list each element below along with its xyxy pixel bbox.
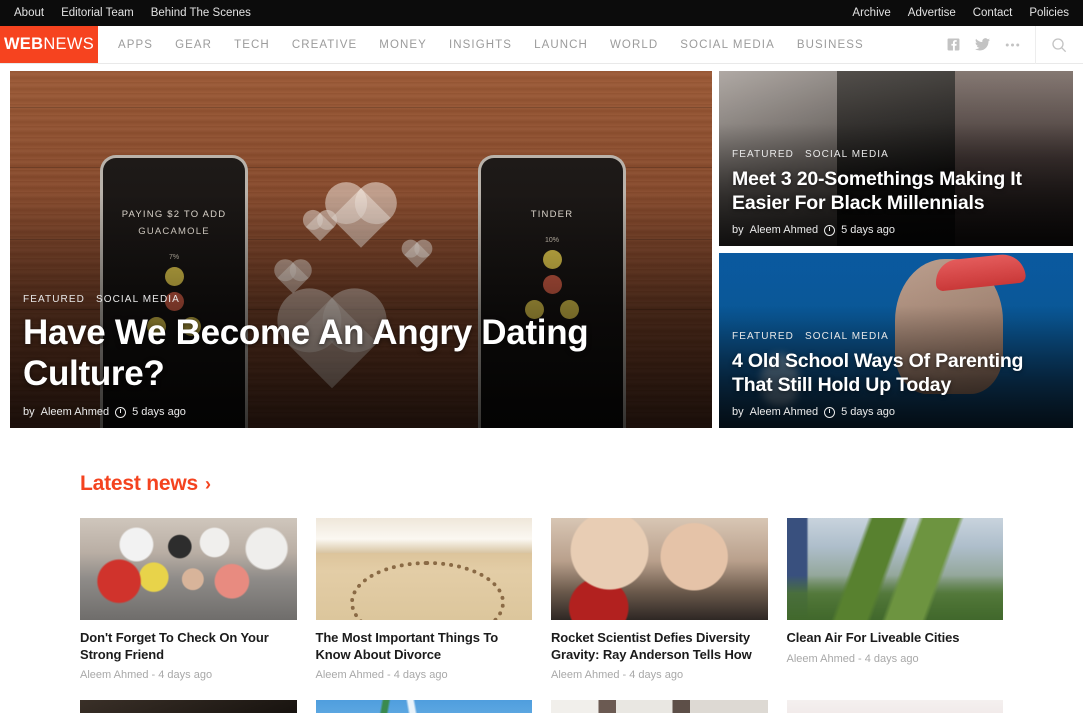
news-thumbnail: [551, 700, 768, 713]
hero-category-social-media[interactable]: SOCIAL MEDIA: [96, 294, 180, 305]
topbar-link-about[interactable]: About: [14, 7, 44, 19]
logo-light-text: NEWS: [43, 35, 95, 53]
main-navigation-bar: WEB NEWS APPS GEAR TECH CREATIVE MONEY IN…: [0, 25, 1083, 64]
clock-icon: [115, 406, 127, 418]
side-card-1-title[interactable]: Meet 3 20-Somethings Making It Easier Fo…: [732, 167, 1053, 215]
news-card[interactable]: Don't Forget To Check On Your Strong Fri…: [80, 518, 297, 681]
hero-time: 5 days ago: [132, 406, 186, 418]
side-article-card-2[interactable]: FEATURED SOCIAL MEDIA 4 Old School Ways …: [719, 253, 1073, 428]
side-card-2-byline: by Aleem Ahmed 5 days ago: [732, 406, 1053, 418]
hero-author-prefix: by: [23, 406, 35, 418]
side-card-2-overlay: FEATURED SOCIAL MEDIA 4 Old School Ways …: [732, 331, 1053, 418]
nav-item-insights[interactable]: INSIGHTS: [449, 39, 512, 51]
site-logo[interactable]: WEB NEWS: [0, 26, 98, 63]
nav-item-gear[interactable]: GEAR: [175, 39, 212, 51]
latest-news-label: Latest news: [80, 472, 199, 495]
nav-item-money[interactable]: MONEY: [379, 39, 427, 51]
side-card-2-author[interactable]: Aleem Ahmed: [750, 406, 818, 418]
news-card-meta: Aleem Ahmed - 4 days ago: [80, 669, 213, 681]
topbar-link-policies[interactable]: Policies: [1029, 7, 1069, 19]
hero-side-column: FEATURED SOCIAL MEDIA Meet 3 20-Somethin…: [719, 71, 1073, 428]
nav-item-business[interactable]: BUSINESS: [797, 39, 864, 51]
news-card[interactable]: Rocket Scientist Defies Diversity Gravit…: [551, 518, 768, 681]
topbar-link-archive[interactable]: Archive: [852, 7, 890, 19]
news-thumbnail: [315, 518, 532, 620]
side-card-1-category-featured[interactable]: FEATURED: [732, 149, 794, 160]
chevron-right-icon: ›: [205, 473, 211, 494]
news-thumbnail: [315, 700, 532, 713]
side-card-1-categories: FEATURED SOCIAL MEDIA: [732, 149, 1053, 160]
side-card-2-title[interactable]: 4 Old School Ways Of Parenting That Stil…: [732, 349, 1053, 397]
nav-divider: [1035, 25, 1036, 64]
news-card[interactable]: The Most Important Things To Know About …: [315, 518, 533, 681]
twitter-icon[interactable]: [975, 38, 990, 51]
side-card-1-time: 5 days ago: [841, 224, 895, 236]
nav-item-launch[interactable]: LAUNCH: [534, 39, 588, 51]
nav-item-world[interactable]: WORLD: [610, 39, 658, 51]
side-card-1-overlay: FEATURED SOCIAL MEDIA Meet 3 20-Somethin…: [732, 149, 1053, 236]
hero-author[interactable]: Aleem Ahmed: [41, 406, 109, 418]
hero-featured-article[interactable]: PAYING $2 TO ADD GUACAMOLE 7% TINDER 10%…: [10, 71, 713, 428]
news-thumbnail: [80, 700, 297, 713]
side-card-2-time: 5 days ago: [841, 406, 895, 418]
topbar-link-behind-the-scenes[interactable]: Behind The Scenes: [151, 7, 251, 19]
news-card-title[interactable]: The Most Important Things To Know About …: [316, 630, 533, 663]
more-icon[interactable]: [1005, 42, 1020, 48]
clock-icon: [824, 224, 836, 236]
news-card-title[interactable]: Don't Forget To Check On Your Strong Fri…: [80, 630, 297, 663]
side-card-1-byline: by Aleem Ahmed 5 days ago: [732, 224, 1053, 236]
nav-item-social-media[interactable]: SOCIAL MEDIA: [680, 39, 775, 51]
news-thumbnail: [786, 700, 1003, 713]
side-card-1-author-prefix: by: [732, 224, 744, 236]
nav-item-apps[interactable]: APPS: [118, 39, 153, 51]
facebook-icon[interactable]: [947, 38, 960, 51]
hero-byline: by Aleem Ahmed 5 days ago: [23, 406, 692, 418]
news-card[interactable]: [551, 700, 768, 713]
nav-item-tech[interactable]: TECH: [234, 39, 270, 51]
latest-news-grid: Don't Forget To Check On Your Strong Fri…: [80, 518, 1003, 681]
news-card-title[interactable]: Clean Air For Liveable Cities: [787, 630, 1004, 647]
side-card-2-categories: FEATURED SOCIAL MEDIA: [732, 331, 1053, 342]
hero-categories: FEATURED SOCIAL MEDIA: [23, 294, 692, 305]
hero-section: PAYING $2 TO ADD GUACAMOLE 7% TINDER 10%…: [0, 64, 1083, 428]
top-utility-bar: About Editorial Team Behind The Scenes A…: [0, 0, 1083, 26]
topbar-link-editorial-team[interactable]: Editorial Team: [61, 7, 134, 19]
side-card-1-category-social-media[interactable]: SOCIAL MEDIA: [805, 149, 889, 160]
news-card-meta: Aleem Ahmed - 4 days ago: [315, 669, 448, 681]
topbar-link-advertise[interactable]: Advertise: [908, 7, 956, 19]
nav-menu: APPS GEAR TECH CREATIVE MONEY INSIGHTS L…: [98, 26, 864, 63]
news-card[interactable]: [786, 700, 1003, 713]
news-thumbnail: [786, 518, 1003, 620]
news-card[interactable]: [80, 700, 297, 713]
topbar-right-links: Archive Advertise Contact Policies: [852, 7, 1069, 19]
latest-news-grid-next-row: [80, 700, 1003, 713]
side-card-1-author[interactable]: Aleem Ahmed: [750, 224, 818, 236]
news-card[interactable]: Clean Air For Liveable Cities Aleem Ahme…: [786, 518, 1004, 681]
search-icon[interactable]: [1051, 37, 1067, 53]
news-thumbnail: [551, 518, 768, 620]
news-card-meta: Aleem Ahmed - 4 days ago: [786, 652, 919, 665]
side-card-2-author-prefix: by: [732, 406, 744, 418]
clock-icon: [824, 406, 836, 418]
side-card-2-category-featured[interactable]: FEATURED: [732, 331, 794, 342]
news-card[interactable]: [315, 700, 532, 713]
latest-news-section: Latest news › Don't Forget To Check On Y…: [0, 428, 1083, 713]
logo-bold-text: WEB: [3, 35, 44, 53]
hero-text-overlay: FEATURED SOCIAL MEDIA Have We Become An …: [23, 294, 692, 418]
side-article-card-1[interactable]: FEATURED SOCIAL MEDIA Meet 3 20-Somethin…: [719, 71, 1073, 246]
topbar-link-contact[interactable]: Contact: [973, 7, 1013, 19]
topbar-left-links: About Editorial Team Behind The Scenes: [14, 7, 251, 19]
news-thumbnail: [80, 518, 297, 620]
nav-right-icons: [947, 25, 1083, 64]
nav-item-creative[interactable]: CREATIVE: [292, 39, 357, 51]
news-card-title[interactable]: Rocket Scientist Defies Diversity Gravit…: [551, 630, 768, 663]
latest-news-heading[interactable]: Latest news ›: [80, 472, 211, 496]
side-card-2-category-social-media[interactable]: SOCIAL MEDIA: [805, 331, 889, 342]
hero-category-featured[interactable]: FEATURED: [23, 294, 85, 305]
news-card-meta: Aleem Ahmed - 4 days ago: [551, 669, 684, 681]
hero-title[interactable]: Have We Become An Angry Dating Culture?: [23, 312, 692, 394]
